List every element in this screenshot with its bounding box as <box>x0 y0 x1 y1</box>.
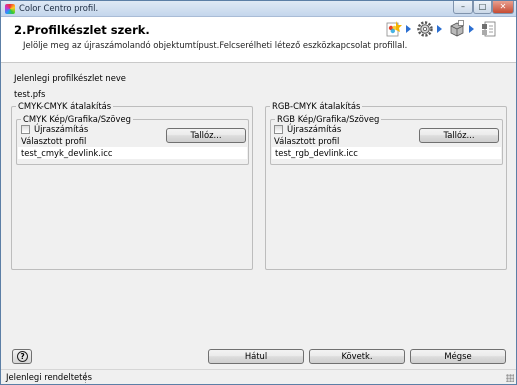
step-document-icon <box>482 21 496 37</box>
rgb-selected-profile-field: test_rgb_devlink.icc <box>272 147 501 159</box>
profile-set-name: test.pfs <box>14 89 46 99</box>
wizard-header: 2.Profilkészlet szerk. Jelölje meg az új… <box>1 17 516 63</box>
maximize-button[interactable]: □ <box>473 1 492 14</box>
cancel-button[interactable]: Mégse <box>410 349 506 364</box>
window-title: Color Centro profil. <box>19 3 99 13</box>
rgb-recalc-label: Újraszámítás <box>287 124 342 134</box>
cmyk-selected-profile-field: test_cmyk_devlink.icc <box>18 147 247 159</box>
rgb-group-title: RGB-CMYK átalakítás <box>270 101 363 112</box>
minimize-button[interactable]: – <box>453 1 473 14</box>
step-arrow-icon <box>437 25 442 33</box>
step-arrow-icon <box>406 25 411 33</box>
resize-grip-icon[interactable] <box>506 374 514 382</box>
cmyk-selected-profile-label: Választott profil <box>21 136 87 146</box>
step-box-icon <box>450 20 464 37</box>
close-button[interactable]: ✕ <box>492 1 514 14</box>
help-icon: ? <box>17 351 28 362</box>
cmyk-recalc-checkbox[interactable] <box>21 125 30 134</box>
status-bar: Jelenlegi rendeltetés <box>1 369 516 384</box>
cmyk-recalc-label: Újraszámítás <box>34 124 89 134</box>
app-icon <box>5 4 15 14</box>
rgb-browse-button[interactable]: Tallóz... <box>419 128 499 143</box>
cmyk-group-title: CMYK-CMYK átalakítás <box>16 101 114 112</box>
help-button[interactable]: ? <box>12 349 32 364</box>
step-color-icon <box>386 21 402 37</box>
status-divider <box>85 372 88 383</box>
rgb-selected-profile-label: Választott profil <box>274 136 340 146</box>
status-text: Jelenlegi rendeltetés <box>6 372 92 382</box>
rgb-recalc-checkbox[interactable] <box>274 125 283 134</box>
next-button[interactable]: Követk. <box>309 349 405 364</box>
profile-set-label: Jelenlegi profilkészlet neve <box>14 73 126 83</box>
page-description: Jelölje meg az újraszámolandó objektumtí… <box>23 40 408 50</box>
window: Color Centro profil. – □ ✕ 2.Profilkészl… <box>0 0 517 385</box>
cmyk-browse-button[interactable]: Tallóz... <box>166 128 246 143</box>
back-button[interactable]: Hátul <box>208 349 304 364</box>
step-gear-icon <box>417 21 433 37</box>
step-arrow-icon <box>469 25 474 33</box>
title-bar: Color Centro profil. – □ ✕ <box>1 1 516 17</box>
page-title: 2.Profilkészlet szerk. <box>14 23 150 37</box>
